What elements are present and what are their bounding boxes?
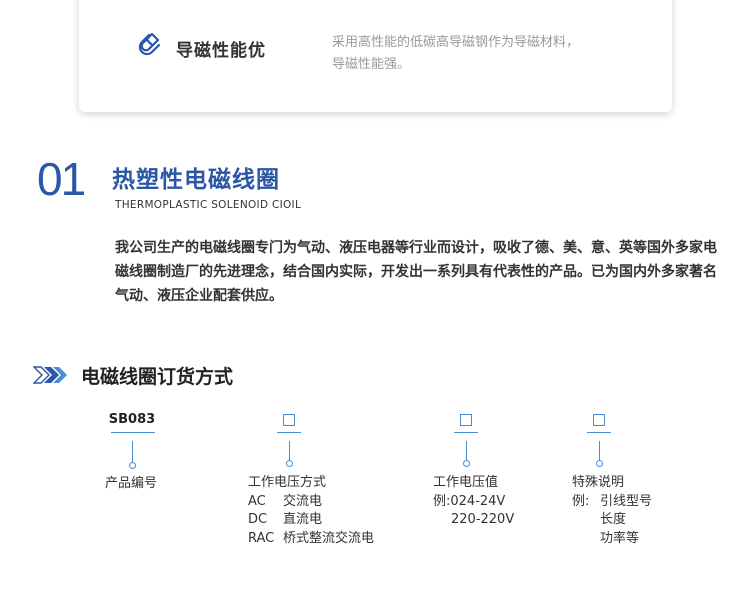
special-note: 引线型号	[600, 493, 653, 509]
placeholder-box	[593, 414, 605, 426]
mode-key: DC	[248, 512, 268, 527]
voltage-mode-row: RAC 桥式整流交流电	[248, 530, 374, 549]
code-underline	[277, 432, 301, 433]
placeholder-box	[460, 414, 472, 426]
voltage-mode-title: 工作电压方式	[248, 475, 327, 490]
feature-desc-line: 导磁性能强。	[332, 57, 411, 72]
voltage-value-title: 工作电压值	[433, 475, 499, 490]
special-notes-title: 特殊说明	[572, 475, 625, 490]
mode-value: 交流电	[283, 493, 323, 509]
product-number-label: 产品编号	[105, 476, 158, 491]
mode-value: 桥式整流交流电	[283, 530, 375, 546]
connector-line	[466, 441, 467, 462]
feature-title: 导磁性能优	[176, 41, 266, 61]
section-number: 01	[37, 153, 86, 205]
special-notes-block: 特殊说明 例: 引线型号 长度 功率等	[572, 474, 652, 548]
connector-dot	[129, 462, 136, 469]
mode-key: RAC	[248, 530, 275, 546]
section-title: 热塑性电磁线圈	[112, 167, 280, 193]
connector-line	[132, 441, 133, 462]
connector-dot	[286, 460, 293, 467]
voltage-mode-row: AC 交流电	[248, 493, 374, 512]
voltage-mode-row: DC 直流电	[248, 511, 374, 530]
special-notes-line: 功率等	[600, 530, 640, 546]
connector-dot	[596, 460, 603, 467]
connector-line	[289, 441, 290, 462]
mode-value: 直流电	[283, 512, 323, 527]
order-title: 电磁线圈订货方式	[81, 366, 234, 388]
voltage-value-line: 例:024-24V	[433, 493, 506, 509]
code-underline	[454, 432, 478, 433]
special-notes-line: 例: 引线型号	[572, 493, 652, 512]
example-prefix: 例:	[572, 493, 590, 509]
section-subtitle: THERMOPLASTIC SOLENOID CIOIL	[115, 199, 302, 211]
feature-desc-line: 采用高性能的低碳高导磁钢作为导磁材料，	[332, 35, 580, 50]
product-code: SB083	[108, 412, 156, 427]
placeholder-box	[283, 414, 295, 426]
feature-card: 导磁性能优 采用高性能的低碳高导磁钢作为导磁材料， 导磁性能强。	[79, 0, 672, 112]
section-body: 我公司生产的电磁线圈专门为气动、液压电器等行业而设计，吸收了德、美、意、英等国外…	[115, 240, 717, 304]
double-chevron-icon	[33, 366, 67, 384]
magnet-icon	[138, 32, 161, 56]
voltage-value-block: 工作电压值 例:024-24V 220-220V	[433, 474, 514, 530]
connector-dot	[463, 460, 470, 467]
connector-line	[599, 441, 600, 462]
voltage-mode-block: 工作电压方式 AC 交流电 DC 直流电 RAC 桥式整流交流电	[248, 474, 374, 548]
code-underline	[111, 432, 155, 433]
voltage-value-line: 220-220V	[451, 512, 515, 527]
special-notes-line: 长度	[600, 512, 627, 527]
code-underline	[587, 432, 611, 433]
mode-key: AC	[248, 493, 266, 509]
feature-description: 采用高性能的低碳高导磁钢作为导磁材料， 导磁性能强。	[332, 32, 632, 76]
